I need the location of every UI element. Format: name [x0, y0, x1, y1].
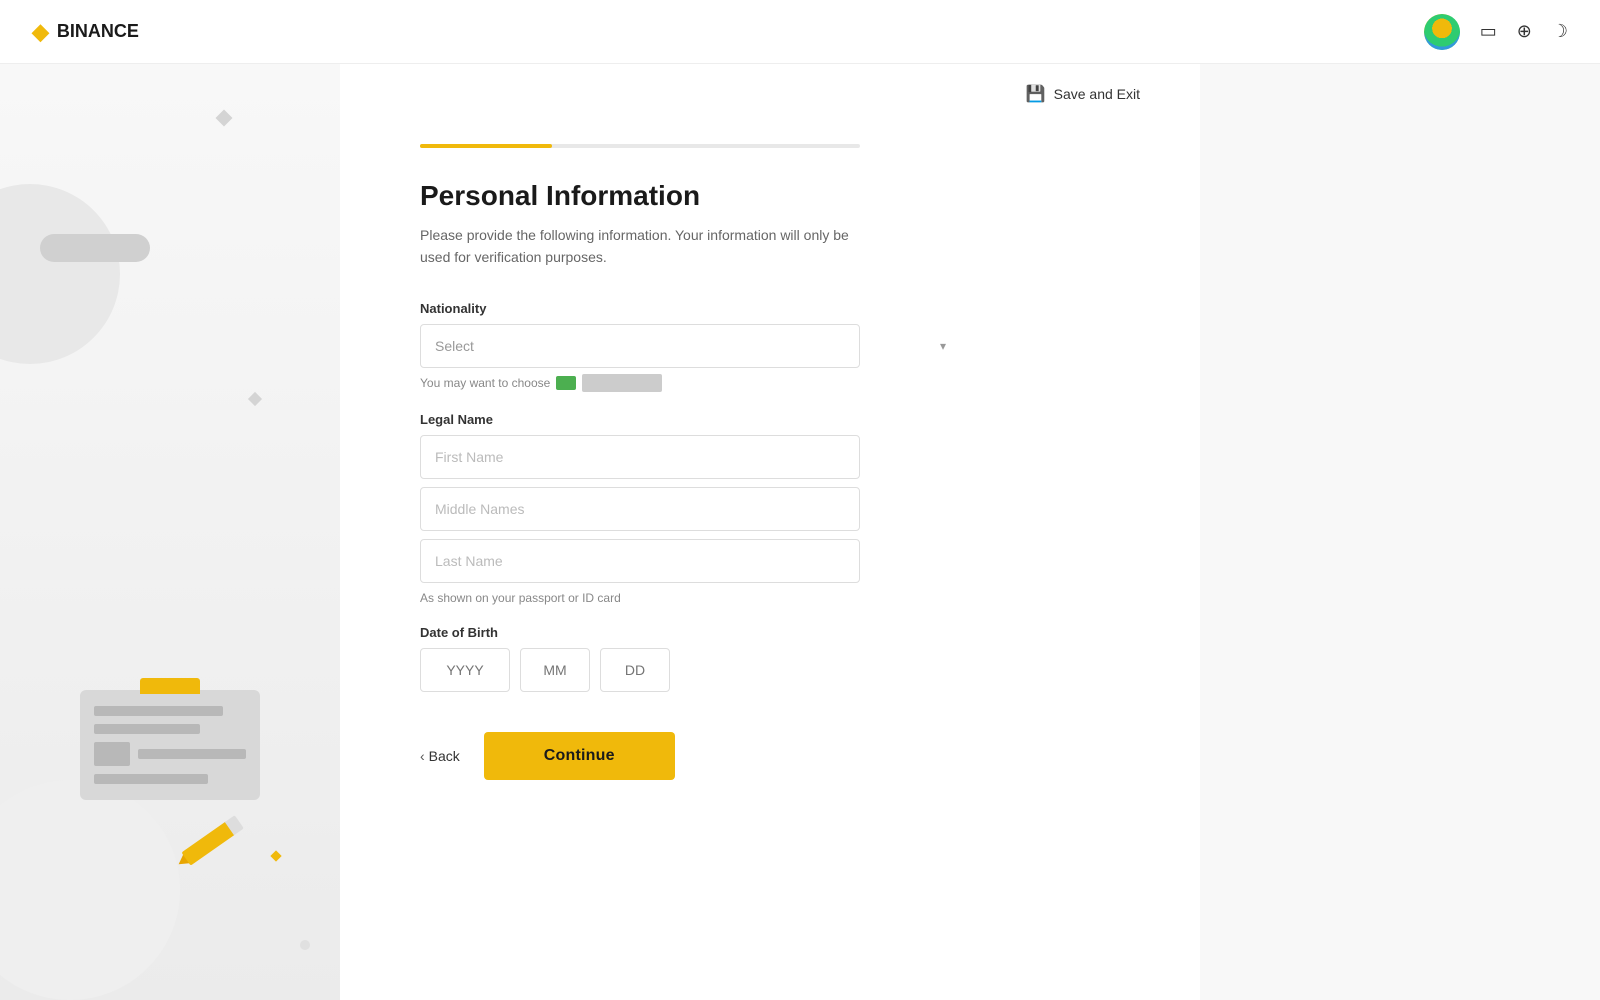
- button-row: ‹ Back Continue: [420, 732, 960, 780]
- logo-text: BINANCE: [57, 21, 139, 42]
- first-name-input[interactable]: [420, 435, 860, 479]
- illustration-area: [0, 64, 340, 1000]
- sidebar: [0, 64, 340, 1000]
- back-label: Back: [429, 748, 460, 764]
- clipboard-line-1: [94, 706, 223, 716]
- nationality-label: Nationality: [420, 301, 960, 316]
- clipboard-box: [94, 742, 130, 766]
- clipboard-illustration: [80, 678, 260, 800]
- binance-logo-icon: ◆: [32, 19, 49, 45]
- pencil-illustration: [176, 814, 245, 871]
- suggestion-text: You may want to choose ████████: [420, 374, 960, 392]
- clipboard-bottom-line: [94, 774, 208, 784]
- dob-label: Date of Birth: [420, 625, 960, 640]
- clipboard-top: [140, 678, 200, 694]
- middle-name-input[interactable]: [420, 487, 860, 531]
- pencil-body: [181, 821, 235, 866]
- dob-day-input[interactable]: [600, 648, 670, 692]
- dob-month-input[interactable]: [520, 648, 590, 692]
- select-arrow-icon: ▾: [940, 339, 946, 353]
- deco-diamond-1: [216, 110, 233, 127]
- save-icon: 💾: [1026, 84, 1046, 104]
- save-exit-area: 💾 Save and Exit: [340, 64, 1200, 104]
- deco-dot-1: [300, 940, 310, 950]
- globe-icon[interactable]: ⊕: [1517, 21, 1532, 42]
- last-name-input[interactable]: [420, 539, 860, 583]
- suggestion-prefix: You may want to choose: [420, 376, 550, 390]
- tablet-illustration: [40, 234, 150, 262]
- page-title: Personal Information: [420, 180, 960, 212]
- form-container: Personal Information Please provide the …: [340, 104, 1040, 840]
- nationality-select[interactable]: Select: [420, 324, 860, 368]
- clipboard-line-row: [94, 742, 246, 766]
- deco-circle-1: [0, 184, 120, 364]
- right-decorative-area: [1200, 64, 1600, 1000]
- deco-diamond-2: [248, 392, 262, 406]
- dark-mode-icon[interactable]: ☽: [1552, 21, 1568, 42]
- save-exit-button[interactable]: 💾 Save and Exit: [1026, 84, 1140, 104]
- back-button[interactable]: ‹ Back: [420, 748, 460, 764]
- dob-row: [420, 648, 960, 692]
- save-exit-label: Save and Exit: [1054, 86, 1140, 102]
- name-field-note: As shown on your passport or ID card: [420, 591, 960, 605]
- suggested-country-blurred: ████████: [582, 374, 662, 392]
- flag-icon: [556, 376, 576, 390]
- dob-year-input[interactable]: [420, 648, 510, 692]
- clipboard-line-fill: [138, 749, 246, 759]
- clipboard-line-2: [94, 724, 200, 734]
- clipboard-body: [80, 690, 260, 800]
- deco-circle-2: [0, 780, 180, 1000]
- back-chevron-icon: ‹: [420, 748, 425, 764]
- logo[interactable]: ◆ BINANCE: [32, 19, 139, 45]
- avatar-image: [1424, 14, 1460, 50]
- device-icon[interactable]: ▭: [1480, 21, 1497, 42]
- legal-name-label: Legal Name: [420, 412, 960, 427]
- deco-diamond-4: [270, 850, 281, 861]
- progress-bar-container: [420, 144, 860, 148]
- continue-label: Continue: [544, 747, 615, 764]
- header: ◆ BINANCE ▭ ⊕ ☽: [0, 0, 1600, 64]
- content-area: 💾 Save and Exit Personal Information Ple…: [340, 64, 1200, 1000]
- page-description: Please provide the following information…: [420, 224, 870, 269]
- nationality-select-wrapper: Select ▾: [420, 324, 960, 368]
- continue-button[interactable]: Continue: [484, 732, 675, 780]
- avatar[interactable]: [1424, 14, 1460, 50]
- progress-bar-fill: [420, 144, 552, 148]
- header-right: ▭ ⊕ ☽: [1424, 14, 1568, 50]
- main-layout: 💾 Save and Exit Personal Information Ple…: [0, 64, 1600, 1000]
